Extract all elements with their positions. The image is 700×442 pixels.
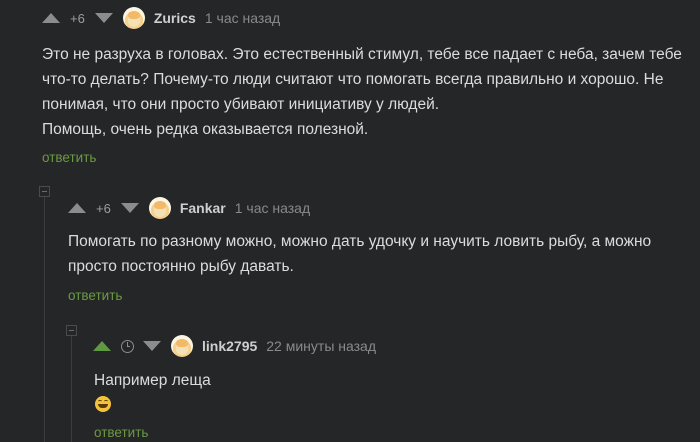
clock-icon xyxy=(121,339,134,353)
comment-rating: +6 xyxy=(96,200,111,216)
comment-line: Например леща xyxy=(94,372,211,389)
avatar[interactable] xyxy=(171,335,193,357)
comment-header: +6 Zurics 1 час назад xyxy=(42,4,280,32)
comment-header: +6 Fankar 1 час назад xyxy=(68,194,310,222)
reply-link[interactable]: ответить xyxy=(68,288,122,303)
comment-line: просто постоянно рыбу давать. xyxy=(68,258,294,275)
comment-text: Помогать по разному можно, можно дать уд… xyxy=(68,229,651,279)
reply-link[interactable]: ответить xyxy=(42,150,96,165)
username[interactable]: Zurics xyxy=(154,10,196,26)
comment-text: Это не разруха в головах. Это естественн… xyxy=(42,42,682,142)
comment-line: что-то делать? Почему-то люди считают чт… xyxy=(42,71,664,88)
upvote-icon[interactable] xyxy=(93,341,111,351)
reply-link[interactable]: ответить xyxy=(94,425,148,440)
upvote-icon[interactable] xyxy=(68,203,86,213)
comment-text: Например леща xyxy=(94,368,211,393)
downvote-icon[interactable] xyxy=(94,13,113,23)
comment-header: link2795 22 минуты назад xyxy=(93,332,376,360)
laughing-tears-emoji-icon xyxy=(95,396,111,412)
thread-line[interactable] xyxy=(71,330,72,442)
downvote-icon[interactable] xyxy=(143,341,161,351)
comment-rating: +6 xyxy=(70,10,85,26)
comment-line: Помогать по разному можно, можно дать уд… xyxy=(68,233,652,250)
username[interactable]: link2795 xyxy=(202,338,257,354)
comment-line: Помощь, очень редка оказывается полезной… xyxy=(42,121,369,138)
comment-line: Это не разруха в головах. Это естественн… xyxy=(42,46,682,63)
collapse-thread-icon[interactable] xyxy=(39,186,50,197)
avatar[interactable] xyxy=(122,7,145,29)
username[interactable]: Fankar xyxy=(180,200,226,216)
comment-time: 22 минуты назад xyxy=(266,338,377,354)
downvote-icon[interactable] xyxy=(120,203,139,213)
comment-time: 1 час назад xyxy=(204,10,281,26)
comment-line: понимая, что они просто убивают инициати… xyxy=(42,96,440,113)
collapse-thread-icon[interactable] xyxy=(66,325,77,336)
thread-line[interactable] xyxy=(44,192,45,442)
avatar[interactable] xyxy=(148,197,171,219)
comment-time: 1 час назад xyxy=(234,200,311,216)
upvote-icon[interactable] xyxy=(42,13,60,23)
